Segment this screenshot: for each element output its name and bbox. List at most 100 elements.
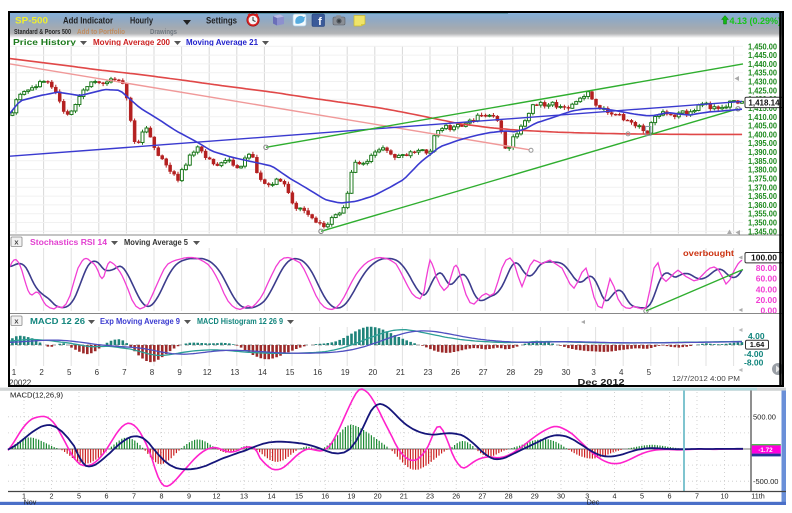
svg-text:1,405.00: 1,405.00 bbox=[748, 122, 778, 131]
svg-text:8: 8 bbox=[150, 368, 155, 377]
svg-text:Nov: Nov bbox=[24, 498, 37, 507]
svg-text:4: 4 bbox=[613, 492, 617, 501]
svg-text:26: 26 bbox=[451, 368, 460, 377]
svg-text:12: 12 bbox=[213, 492, 221, 501]
svg-text:7: 7 bbox=[695, 492, 699, 501]
svg-text:3: 3 bbox=[591, 368, 596, 377]
svg-text:6: 6 bbox=[668, 492, 672, 501]
svg-text:2: 2 bbox=[50, 492, 54, 501]
svg-text:-1.72: -1.72 bbox=[758, 447, 773, 454]
svg-text:Moving Average 200: Moving Average 200 bbox=[93, 37, 170, 47]
svg-text:12/7/2012 4:00 PM: 12/7/2012 4:00 PM bbox=[672, 374, 740, 383]
svg-text:1,450.00: 1,450.00 bbox=[748, 42, 778, 51]
svg-text:1,440.00: 1,440.00 bbox=[748, 60, 778, 69]
svg-text:1,445.00: 1,445.00 bbox=[748, 51, 778, 60]
svg-text:19: 19 bbox=[347, 492, 355, 501]
svg-text:5: 5 bbox=[640, 492, 644, 501]
svg-text:100.00: 100.00 bbox=[751, 253, 777, 263]
svg-text:20: 20 bbox=[368, 368, 377, 377]
svg-text:16: 16 bbox=[313, 368, 322, 377]
svg-text:1,370.00: 1,370.00 bbox=[748, 183, 778, 192]
svg-text:19: 19 bbox=[341, 368, 350, 377]
svg-text:4: 4 bbox=[619, 368, 624, 377]
svg-text:-500.00: -500.00 bbox=[753, 477, 778, 486]
svg-text:29: 29 bbox=[531, 492, 539, 501]
svg-text:500.00: 500.00 bbox=[753, 412, 776, 421]
svg-text:f: f bbox=[318, 16, 322, 28]
svg-text:23: 23 bbox=[426, 492, 434, 501]
svg-text:Dec: Dec bbox=[587, 498, 600, 507]
svg-text:60.00: 60.00 bbox=[756, 274, 778, 284]
svg-text:6: 6 bbox=[95, 368, 100, 377]
svg-text:1,418.14: 1,418.14 bbox=[748, 98, 780, 107]
svg-text:29: 29 bbox=[534, 368, 543, 377]
svg-text:20: 20 bbox=[374, 492, 382, 501]
svg-text:Drawings: Drawings bbox=[150, 27, 177, 36]
svg-text:13: 13 bbox=[240, 492, 248, 501]
svg-text:23: 23 bbox=[424, 368, 433, 377]
svg-text:5: 5 bbox=[77, 492, 81, 501]
svg-text:12: 12 bbox=[203, 368, 212, 377]
svg-text:27: 27 bbox=[479, 368, 488, 377]
svg-text:Exp Moving Average 9: Exp Moving Average 9 bbox=[100, 317, 181, 326]
svg-text:Moving Average 5: Moving Average 5 bbox=[124, 238, 189, 247]
svg-text:1,410.00: 1,410.00 bbox=[748, 113, 778, 122]
svg-text:Add to Portfolio: Add to Portfolio bbox=[77, 27, 125, 36]
svg-text:20.00: 20.00 bbox=[756, 295, 778, 305]
svg-text:30: 30 bbox=[562, 368, 571, 377]
svg-text:1,380.00: 1,380.00 bbox=[748, 166, 778, 175]
svg-text:1,390.00: 1,390.00 bbox=[748, 148, 778, 157]
svg-text:1,395.00: 1,395.00 bbox=[748, 139, 778, 148]
svg-text:Add Indicator: Add Indicator bbox=[63, 16, 113, 26]
svg-text:overbought: overbought bbox=[683, 248, 734, 258]
svg-text:30: 30 bbox=[557, 492, 565, 501]
svg-text:2: 2 bbox=[39, 368, 44, 377]
svg-text:28: 28 bbox=[505, 492, 513, 501]
svg-text:7: 7 bbox=[122, 368, 127, 377]
svg-text:Settings: Settings bbox=[206, 16, 237, 26]
svg-text:Hourly: Hourly bbox=[130, 16, 153, 26]
svg-text:21: 21 bbox=[396, 368, 405, 377]
svg-text:SP-500: SP-500 bbox=[15, 16, 48, 26]
svg-text:13: 13 bbox=[230, 368, 239, 377]
svg-text:80.00: 80.00 bbox=[756, 263, 778, 273]
svg-text:9: 9 bbox=[177, 368, 182, 377]
svg-text:Stochastics RSI 14: Stochastics RSI 14 bbox=[30, 238, 108, 247]
svg-text:1,425.00: 1,425.00 bbox=[748, 86, 778, 95]
svg-text:14: 14 bbox=[268, 492, 276, 501]
svg-text:1,400.00: 1,400.00 bbox=[748, 130, 778, 139]
svg-text:11th: 11th bbox=[751, 492, 764, 501]
svg-text:10: 10 bbox=[721, 492, 729, 501]
svg-text:1: 1 bbox=[12, 368, 17, 377]
svg-text:1,385.00: 1,385.00 bbox=[748, 157, 778, 166]
svg-text:MACD(12,26,9): MACD(12,26,9) bbox=[10, 391, 64, 400]
svg-text:40.00: 40.00 bbox=[756, 284, 778, 294]
svg-text:14: 14 bbox=[258, 368, 267, 377]
svg-text:15: 15 bbox=[295, 492, 303, 501]
svg-text:28: 28 bbox=[506, 368, 515, 377]
svg-text:15: 15 bbox=[286, 368, 295, 377]
svg-text:1,435.00: 1,435.00 bbox=[748, 69, 778, 78]
svg-text:5: 5 bbox=[67, 368, 72, 377]
svg-text:1,375.00: 1,375.00 bbox=[748, 174, 778, 183]
svg-text:21: 21 bbox=[400, 492, 408, 501]
svg-text:4.13 (0.29%): 4.13 (0.29%) bbox=[729, 16, 781, 26]
svg-text:9: 9 bbox=[187, 492, 191, 501]
svg-text:1,350.00: 1,350.00 bbox=[748, 218, 778, 227]
svg-text:1.64: 1.64 bbox=[750, 340, 765, 349]
svg-text:27: 27 bbox=[478, 492, 486, 501]
svg-text:26: 26 bbox=[452, 492, 460, 501]
svg-text:8: 8 bbox=[160, 492, 164, 501]
svg-text:Standard & Poors 500: Standard & Poors 500 bbox=[14, 27, 71, 36]
svg-text:Price History: Price History bbox=[13, 37, 76, 47]
svg-text:7: 7 bbox=[132, 492, 136, 501]
svg-text:1,365.00: 1,365.00 bbox=[748, 192, 778, 201]
svg-text:MACD 12 26: MACD 12 26 bbox=[30, 317, 86, 326]
svg-text:MACD Histogram 12 26 9: MACD Histogram 12 26 9 bbox=[197, 317, 283, 326]
svg-text:1,355.00: 1,355.00 bbox=[748, 210, 778, 219]
svg-text:5: 5 bbox=[647, 368, 652, 377]
svg-text:16: 16 bbox=[321, 492, 329, 501]
svg-text:6: 6 bbox=[105, 492, 109, 501]
svg-text:1,360.00: 1,360.00 bbox=[748, 201, 778, 210]
svg-text:1,430.00: 1,430.00 bbox=[748, 78, 778, 87]
